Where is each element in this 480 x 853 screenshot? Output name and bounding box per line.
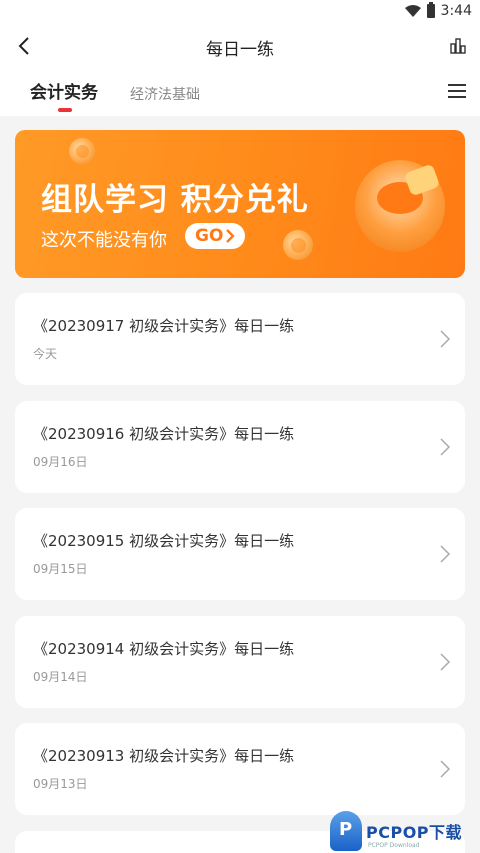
coin-icon: [69, 138, 95, 164]
item-title: 《20230917 初级会计实务》每日一练: [33, 317, 295, 335]
coin-icon: [283, 230, 313, 260]
bar-chart-icon: [450, 38, 466, 54]
go-button[interactable]: GO: [185, 223, 246, 249]
chevron-right-icon: [440, 330, 451, 348]
status-bar: 3:44: [0, 0, 480, 24]
item-title: 《20230915 初级会计实务》每日一练: [33, 532, 295, 550]
chevron-right-icon: [440, 438, 451, 456]
promo-banner[interactable]: 组队学习 积分兑礼 这次不能没有你 GO: [15, 130, 465, 278]
menu-button[interactable]: [448, 84, 466, 100]
tab-indicator: [58, 108, 72, 112]
item-date: 09月13日: [33, 777, 88, 791]
wifi-icon: [404, 5, 421, 17]
watermark-subtext: PCPOP Download: [368, 842, 420, 849]
watermark-logo: [330, 810, 362, 851]
list-item[interactable]: 《20230915 初级会计实务》每日一练 09月15日: [15, 508, 465, 600]
item-date: 今天: [33, 347, 58, 361]
list-item[interactable]: 《20230914 初级会计实务》每日一练 09月14日: [15, 616, 465, 708]
stats-button[interactable]: [446, 34, 470, 58]
menu-icon-line: [448, 96, 466, 98]
item-title: 《20230913 初级会计实务》每日一练: [33, 747, 295, 765]
tab-economic-law[interactable]: 经济法基础: [130, 84, 200, 104]
item-date: 09月15日: [33, 562, 88, 576]
banner-title: 组队学习 积分兑礼: [41, 182, 309, 218]
status-time: 3:44: [440, 3, 472, 19]
page-title: 每日一练: [206, 40, 274, 60]
chevron-right-icon: [226, 229, 236, 243]
subject-tabs: 会计实务 经济法基础: [0, 68, 480, 116]
banner-subtitle: 这次不能没有你: [41, 230, 167, 251]
menu-icon-line: [448, 90, 466, 92]
item-date: 09月16日: [33, 455, 88, 469]
item-date: 09月14日: [33, 670, 88, 684]
list-item[interactable]: 《20230917 初级会计实务》每日一练 今天: [15, 293, 465, 385]
battery-icon: [426, 2, 435, 18]
go-label: GO: [195, 226, 224, 246]
chevron-right-icon: [440, 653, 451, 671]
tab-accounting[interactable]: 会计实务: [30, 78, 98, 103]
watermark-text: PCPOP下载: [366, 822, 463, 842]
chevron-right-icon: [440, 760, 451, 778]
item-title: 《20230914 初级会计实务》每日一练: [33, 640, 295, 658]
nav-bar: 每日一练: [0, 24, 480, 68]
item-title: 《20230916 初级会计实务》每日一练: [33, 425, 295, 443]
menu-icon-line: [448, 84, 466, 86]
status-icons: 3:44: [404, 2, 472, 19]
list-item[interactable]: 《20230913 初级会计实务》每日一练 09月13日: [15, 723, 465, 815]
list-item[interactable]: 《20230916 初级会计实务》每日一练 09月16日: [15, 401, 465, 493]
chevron-right-icon: [440, 545, 451, 563]
